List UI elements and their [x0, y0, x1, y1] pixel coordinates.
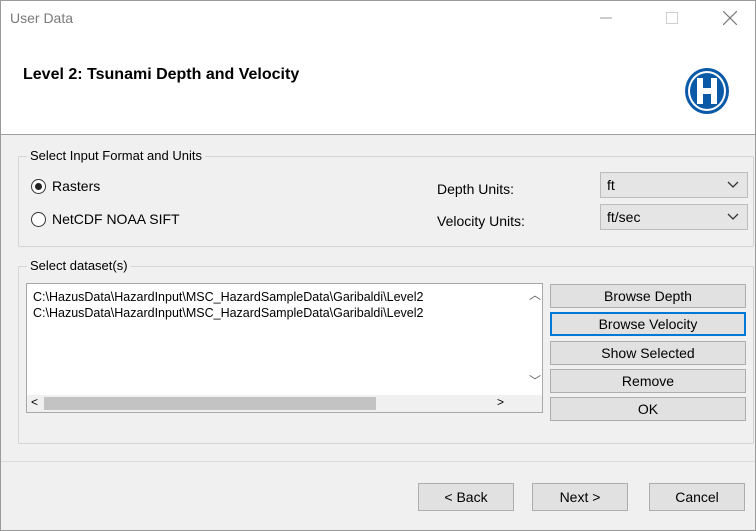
maximize-icon [666, 12, 678, 24]
next-button[interactable]: Next > [532, 483, 628, 511]
input-format-group: Select Input Format and Units [18, 148, 754, 247]
footer-divider [1, 461, 755, 462]
vertical-scrollbar[interactable]: ︿ ﹀ [525, 284, 542, 396]
depth-units-value: ft [607, 177, 615, 193]
horizontal-scroll-thumb[interactable] [44, 397, 376, 410]
scroll-right-icon[interactable]: > [497, 395, 504, 409]
maximize-button[interactable] [649, 1, 695, 35]
velocity-units-select[interactable]: ft/sec [600, 204, 748, 230]
velocity-units-value: ft/sec [607, 209, 641, 225]
window-title: User Data [10, 10, 74, 26]
list-item[interactable]: C:\HazusData\HazardInput\MSC_HazardSampl… [33, 306, 423, 320]
hazus-logo [685, 68, 729, 114]
horizontal-scrollbar[interactable]: < > [27, 395, 542, 412]
close-button[interactable] [707, 1, 753, 35]
browse-depth-button[interactable]: Browse Depth [550, 284, 746, 308]
page-title: Level 2: Tsunami Depth and Velocity [23, 66, 300, 83]
title-bar: User Data [1, 1, 755, 35]
depth-units-select[interactable]: ft [600, 172, 748, 198]
scroll-down-icon[interactable]: ﹀ [529, 372, 541, 389]
dataset-listbox[interactable]: C:\HazusData\HazardInput\MSC_HazardSampl… [26, 283, 543, 413]
radio-netcdf-label: NetCDF NOAA SIFT [52, 211, 180, 227]
close-icon [723, 11, 737, 25]
scroll-left-icon[interactable]: < [31, 395, 38, 409]
radio-rasters-label: Rasters [52, 178, 101, 194]
back-button[interactable]: < Back [418, 483, 514, 511]
radio-rasters[interactable]: Rasters [31, 178, 100, 194]
minimize-button[interactable] [583, 1, 629, 35]
velocity-units-label: Velocity Units: [437, 213, 525, 229]
chevron-down-icon [727, 181, 739, 188]
dataset-legend: Select dataset(s) [27, 258, 131, 273]
radio-netcdf[interactable]: NetCDF NOAA SIFT [31, 211, 180, 227]
input-format-legend: Select Input Format and Units [27, 148, 205, 163]
list-item[interactable]: C:\HazusData\HazardInput\MSC_HazardSampl… [33, 290, 423, 304]
chevron-down-icon [727, 213, 739, 220]
scroll-up-icon[interactable]: ︿ [529, 286, 541, 303]
radio-netcdf-indicator[interactable] [31, 211, 46, 227]
remove-button[interactable]: Remove [550, 369, 746, 393]
depth-units-label: Depth Units: [437, 181, 515, 197]
minimize-icon [600, 17, 612, 19]
dialog-window: User Data Level 2: Tsunami Depth and Vel… [0, 0, 756, 531]
wizard-header: Level 2: Tsunami Depth and Velocity [1, 35, 755, 135]
show-selected-button[interactable]: Show Selected [550, 341, 746, 365]
ok-button[interactable]: OK [550, 397, 746, 421]
browse-velocity-button[interactable]: Browse Velocity [550, 312, 746, 336]
cancel-button[interactable]: Cancel [649, 483, 745, 511]
radio-rasters-indicator[interactable] [31, 178, 46, 194]
